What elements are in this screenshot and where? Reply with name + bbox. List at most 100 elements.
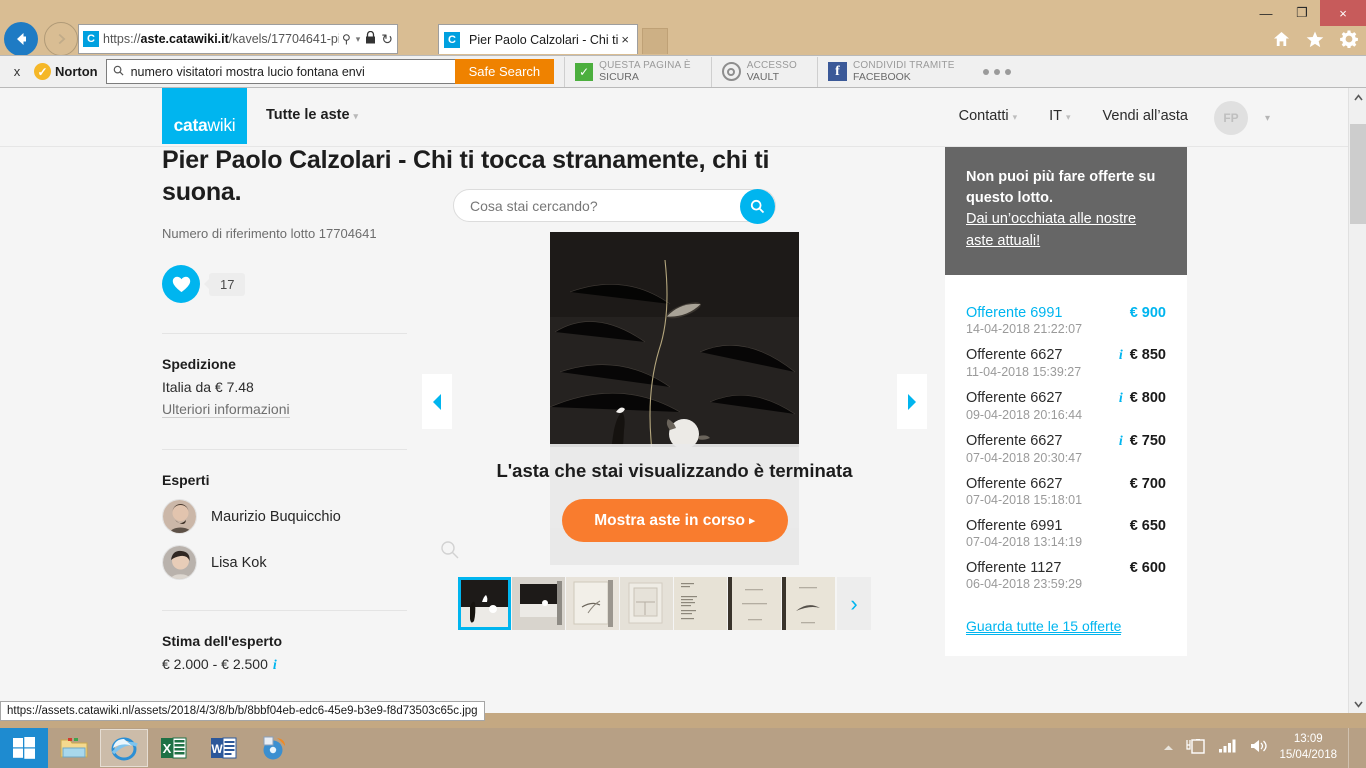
expert-item[interactable]: Maurizio Buquicchio (162, 499, 407, 534)
thumbnail-3[interactable] (620, 577, 673, 630)
zoom-icon[interactable] (440, 540, 460, 565)
media-icon[interactable] (250, 729, 298, 767)
favourite-count: 17 (203, 272, 246, 296)
shipping-block: Spedizione Italia da € 7.48 Ulteriori in… (162, 356, 407, 419)
tray-expand-icon[interactable] (1163, 739, 1174, 757)
norton-brand-label: Norton (55, 64, 98, 79)
tab-favicon: C (444, 31, 460, 48)
catawiki-logo[interactable]: catawiki (162, 88, 247, 144)
bid-row: Offerente 6627 i € 850 11-04-2018 15:39:2… (966, 347, 1166, 379)
expert-item[interactable]: Lisa Kok (162, 545, 407, 580)
scrollbar-thumb[interactable] (1350, 124, 1366, 224)
scroll-down-icon[interactable] (1349, 695, 1366, 713)
network-icon[interactable] (1218, 738, 1238, 758)
nav-contatti[interactable]: Contatti ▾ (959, 108, 1018, 124)
svg-text:W: W (211, 742, 223, 756)
expert-name: Lisa Kok (211, 554, 267, 571)
bid-row: Offerente 6627 € 700 07-04-2018 15:18:01 (966, 476, 1166, 507)
address-text: https://aste.catawiki.it/kavels/17704641… (103, 32, 339, 46)
bidding-column: Non puoi più fare offerte su questo lott… (945, 147, 1187, 656)
bid-time: 07-04-2018 15:18:01 (966, 492, 1083, 507)
gallery-next-button[interactable] (897, 374, 927, 429)
thumbnail-6[interactable] (782, 577, 835, 630)
bid-amount: € 600 (1129, 559, 1166, 576)
chevron-down-icon[interactable]: ▾ (1265, 113, 1270, 124)
logo-light: wiki (207, 115, 236, 135)
excel-icon[interactable]: X (150, 729, 198, 767)
volume-icon[interactable] (1249, 738, 1268, 759)
scroll-up-icon[interactable] (1349, 88, 1366, 106)
search-icon (107, 65, 131, 79)
browser-tab[interactable]: C Pier Paolo Calzolari - Chi ti ... × (438, 24, 638, 54)
minimize-button[interactable]: — (1248, 0, 1284, 26)
gear-icon[interactable] (1340, 30, 1358, 53)
start-button[interactable] (0, 728, 48, 768)
bid-time: 07-04-2018 13:14:19 (966, 534, 1083, 549)
window-controls: — ❐ × (1248, 0, 1366, 26)
search-icon[interactable]: ⚲ (342, 32, 351, 46)
restore-button[interactable]: ❐ (1284, 0, 1320, 26)
info-icon[interactable]: i (1119, 391, 1123, 407)
site-search-button[interactable] (740, 189, 775, 224)
clock[interactable]: 13:09 15/04/2018 (1279, 732, 1337, 763)
info-icon[interactable]: i (1119, 434, 1123, 450)
thumbnail-2[interactable] (566, 577, 619, 630)
close-button[interactable]: × (1320, 0, 1366, 26)
norton-vault-access[interactable]: ACCESSO VAULT (710, 56, 807, 87)
bidding-closed-title: Non puoi più fare offerte su questo lott… (966, 169, 1156, 207)
nav-sell[interactable]: Vendi all’asta (1103, 108, 1188, 124)
refresh-icon[interactable]: ↻ (381, 31, 393, 48)
all-bids-link[interactable]: Guarda tutte le 15 offerte (966, 618, 1122, 635)
forward-button[interactable] (44, 22, 78, 56)
norton-overflow-button[interactable] (965, 68, 1011, 75)
bid-amount: € 650 (1129, 517, 1166, 534)
address-favicon: C (83, 31, 99, 47)
address-bar[interactable]: C https://aste.catawiki.it/kavels/177046… (78, 24, 398, 54)
word-icon[interactable]: W (200, 729, 248, 767)
bid-history-card: Offerente 6991 € 900 14-04-2018 21:22:07… (945, 274, 1187, 656)
norton-page-secure[interactable]: ✓ QUESTA PAGINA È SICURA (564, 56, 701, 87)
chevron-down-icon[interactable]: ▾ (356, 34, 361, 45)
internet-explorer-icon[interactable] (100, 729, 148, 767)
bid-time: 06-04-2018 23:59:29 (966, 576, 1083, 591)
show-current-auctions-button[interactable]: Mostra aste in corso ▸ (561, 499, 788, 542)
thumbnail-1[interactable] (512, 577, 565, 630)
avatar (162, 545, 197, 580)
vertical-scrollbar[interactable] (1348, 88, 1366, 713)
safe-search-button[interactable]: Safe Search (454, 59, 555, 84)
home-icon[interactable] (1273, 31, 1290, 52)
close-icon[interactable]: × (618, 32, 632, 47)
info-icon[interactable]: i (1119, 348, 1123, 364)
site-search-input[interactable]: Cosa stai cercando? (453, 189, 776, 224)
gallery-prev-button[interactable] (422, 374, 452, 429)
battery-icon[interactable] (1185, 738, 1207, 759)
file-explorer-icon[interactable] (50, 729, 98, 767)
bid-time: 07-04-2018 20:30:47 (966, 450, 1083, 465)
chevron-down-icon: ▾ (1012, 112, 1018, 122)
shipping-more-info-link[interactable]: Ulteriori informazioni (162, 401, 290, 418)
norton-search-input[interactable]: numero visitatori mostra lucio fontana e… (105, 59, 456, 84)
current-auctions-link[interactable]: Dai un’occhiata alle nostre aste attuali… (966, 211, 1136, 249)
thumbnail-0[interactable] (458, 577, 511, 630)
norton-share-facebook[interactable]: f CONDIVIDI TRAMITE FACEBOOK (817, 56, 965, 87)
nav-language[interactable]: IT ▾ (1049, 108, 1070, 124)
norton-brand: ✓ Norton (34, 63, 106, 80)
thumbnails-next-button[interactable]: › (837, 577, 871, 630)
info-icon[interactable]: i (273, 658, 277, 673)
thumbnail-5[interactable] (728, 577, 781, 630)
site-search-placeholder: Cosa stai cercando? (470, 197, 598, 214)
all-auctions-menu[interactable]: Tutte le aste ▾ (266, 107, 358, 123)
back-button[interactable] (4, 22, 38, 56)
new-tab-button[interactable] (642, 28, 668, 54)
avatar[interactable]: FP (1214, 101, 1248, 135)
favorites-star-icon[interactable] (1306, 31, 1324, 53)
norton-close-icon[interactable]: x (0, 64, 34, 79)
lot-info-column: Pier Paolo Calzolari - Chi ti tocca stra… (162, 144, 769, 713)
show-desktop-button[interactable] (1348, 728, 1356, 768)
favourite-button[interactable] (162, 265, 200, 303)
status-bar-url: https://assets.catawiki.nl/assets/2018/4… (7, 705, 478, 717)
bid-bidder: Offerente 6627 (966, 432, 1063, 449)
bid-amount: € 750 (1129, 432, 1166, 449)
thumbnail-4[interactable] (674, 577, 727, 630)
bid-row: Offerente 6627 i € 800 09-04-2018 20:16:4… (966, 390, 1166, 422)
